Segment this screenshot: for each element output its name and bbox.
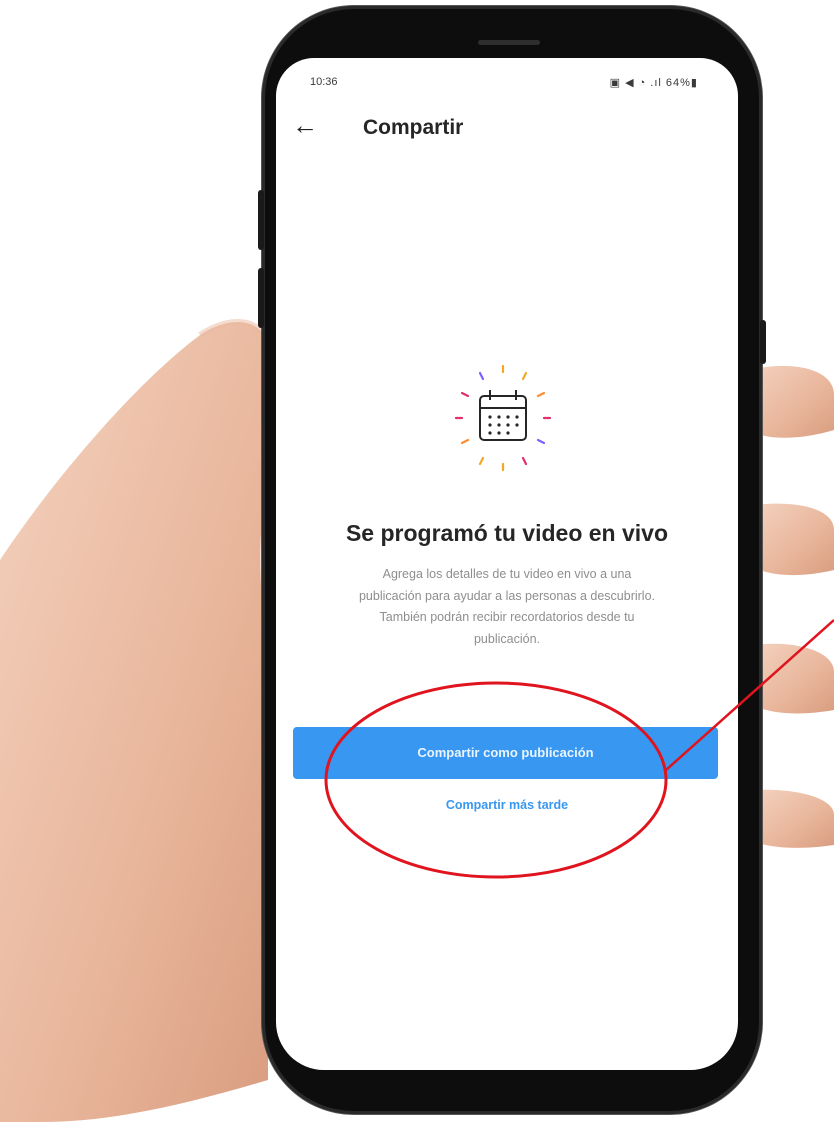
volume-button [258,268,264,328]
page-title: Compartir [363,116,464,139]
back-arrow-icon[interactable]: ← [292,110,318,140]
app-header: ← Compartir [276,106,738,156]
description-text: Agrega los detalles de tu video en vivo … [358,567,655,646]
status-bar: 10:36 ▣ ◀ ◔ .ıl 64%▮ [276,74,738,94]
status-icons: ▣ ◀ ◔ .ıl 64%▮ [609,77,698,89]
share-as-post-button[interactable]: Compartir como publicación [293,727,718,779]
status-time: 10:36 [310,76,338,88]
share-later-link[interactable]: Compartir más tarde [276,798,738,812]
headline: Se programó tu video en vivo [345,520,669,546]
volume-button [258,190,264,250]
calendar-icon [448,358,558,498]
phone-screen: 10:36 ▣ ◀ ◔ .ıl 64%▮ ← Compartir Se prog… [276,58,738,1070]
earpiece-speaker [478,40,540,45]
photo-scene: 10:36 ▣ ◀ ◔ .ıl 64%▮ ← Compartir Se prog… [0,0,834,1122]
power-button [760,320,766,364]
